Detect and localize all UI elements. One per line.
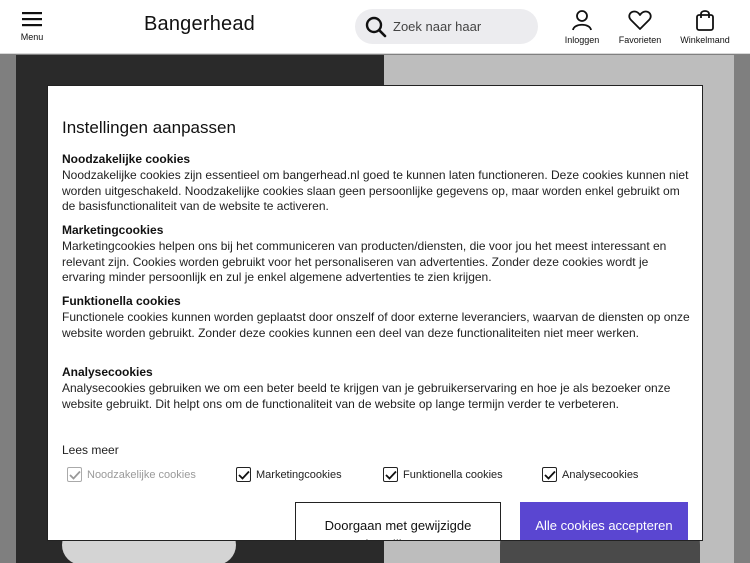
- checkbox-label: Analysecookies: [562, 468, 639, 481]
- cart-label: Winkelmand: [680, 35, 730, 45]
- checkbox-box[interactable]: [542, 467, 557, 482]
- shopping-bag-icon: [696, 10, 714, 31]
- checkbox-label: Noodzakelijke cookies: [87, 468, 196, 481]
- login-label: Inloggen: [564, 35, 600, 45]
- checkmark-icon: [68, 470, 81, 480]
- login-button[interactable]: Inloggen: [560, 9, 604, 45]
- checkbox-label: Funktionella cookies: [403, 468, 503, 481]
- search-bar[interactable]: [355, 9, 538, 44]
- hamburger-icon: [22, 12, 42, 27]
- favorites-button[interactable]: Favorieten: [613, 9, 667, 45]
- checkbox-analytics-cookies[interactable]: Analysecookies: [542, 467, 638, 482]
- menu-button[interactable]: Menu: [14, 10, 50, 42]
- section-text: Marketingcookies helpen ons bij het comm…: [62, 239, 667, 284]
- checkbox-box[interactable]: [236, 467, 251, 482]
- checkmark-icon: [237, 470, 250, 480]
- checkbox-label: Marketingcookies: [256, 468, 342, 481]
- favorites-label: Favorieten: [618, 35, 662, 45]
- section-heading: Noodzakelijke cookies: [62, 152, 191, 166]
- section-text: Analysecookies gebruiken we om een beter…: [62, 381, 671, 411]
- search-input[interactable]: [393, 9, 533, 44]
- section-heading: Analysecookies: [62, 365, 153, 379]
- section-analytics-cookies: Analysecookies Analysecookies gebruiken …: [62, 365, 692, 412]
- section-heading: Funktionella cookies: [62, 294, 181, 308]
- accept-all-cookies-button[interactable]: Alle cookies accepteren: [520, 502, 688, 540]
- save-settings-button[interactable]: Doorgaan met gewijzigde instellingen: [295, 502, 501, 540]
- section-functional-cookies: Funktionella cookies Functionele cookies…: [62, 294, 692, 341]
- checkbox-box: [67, 467, 82, 482]
- checkbox-functional-cookies[interactable]: Funktionella cookies: [383, 467, 503, 482]
- cookie-settings-modal: Instellingen aanpassen Noodzakelijke coo…: [47, 85, 703, 541]
- read-more-link[interactable]: Lees meer: [62, 443, 119, 457]
- menu-label: Menu: [20, 32, 44, 42]
- section-text: Noodzakelijke cookies zijn essentieel om…: [62, 168, 689, 213]
- modal-title: Instellingen aanpassen: [62, 118, 236, 137]
- site-logo[interactable]: Bangerhead: [144, 13, 255, 36]
- checkmark-icon: [543, 470, 556, 480]
- section-marketing-cookies: Marketingcookies Marketingcookies helpen…: [62, 223, 692, 286]
- site-header: Menu Bangerhead Inloggen Favorieten Wink…: [0, 0, 750, 54]
- section-heading: Marketingcookies: [62, 223, 164, 237]
- user-icon: [572, 10, 592, 31]
- checkbox-box[interactable]: [383, 467, 398, 482]
- checkbox-necessary-cookies: Noodzakelijke cookies: [67, 467, 196, 482]
- checkmark-icon: [384, 470, 397, 480]
- heart-icon: [628, 10, 652, 30]
- search-icon: [365, 16, 387, 38]
- section-text: Functionele cookies kunnen worden geplaa…: [62, 310, 690, 340]
- checkbox-marketing-cookies[interactable]: Marketingcookies: [236, 467, 342, 482]
- cart-button[interactable]: Winkelmand: [675, 9, 735, 45]
- section-necessary-cookies: Noodzakelijke cookies Noodzakelijke cook…: [62, 152, 692, 215]
